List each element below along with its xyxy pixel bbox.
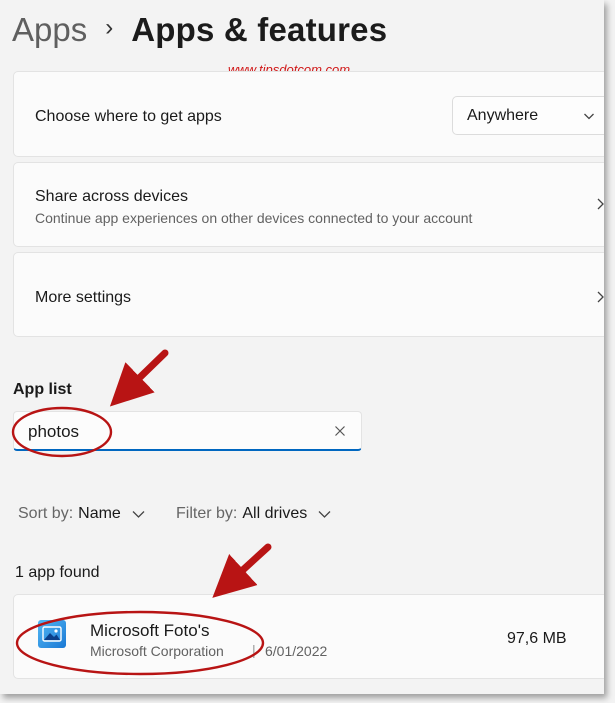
close-icon[interactable] <box>334 425 346 437</box>
app-search-input[interactable]: photos <box>13 411 362 451</box>
setting-label: Share across devices <box>35 188 188 205</box>
app-name: Microsoft Foto's <box>90 621 210 640</box>
settings-window: Apps › Apps & features www.tipsdotcom.co… <box>0 0 604 694</box>
breadcrumb: Apps › Apps & features <box>12 8 387 52</box>
setting-label: More settings <box>35 289 132 306</box>
app-install-date: 6/01/2022 <box>265 643 328 659</box>
sort-label: Sort by: <box>18 505 74 522</box>
setting-share-across-devices[interactable]: Share across devices Continue app experi… <box>13 162 604 247</box>
setting-label: Choose where to get apps <box>35 108 222 125</box>
setting-description: Continue app experiences on other device… <box>35 210 473 226</box>
chevron-right-icon <box>597 291 604 303</box>
filter-value: All drives <box>242 505 308 522</box>
app-publisher: Microsoft Corporation <box>90 643 224 659</box>
chevron-down-icon <box>318 510 331 518</box>
sort-dropdown[interactable]: Sort by: Name <box>18 505 145 523</box>
app-count: 1 app found <box>15 564 100 581</box>
get-apps-dropdown[interactable]: Anywhere <box>452 96 604 135</box>
breadcrumb-apps[interactable]: Apps <box>12 11 87 49</box>
chevron-down-icon <box>132 510 145 518</box>
breadcrumb-separator-icon: › <box>105 14 114 41</box>
photos-app-icon <box>38 620 66 648</box>
filter-dropdown[interactable]: Filter by: All drives <box>176 505 331 523</box>
search-value: photos <box>28 422 80 441</box>
chevron-down-icon <box>584 113 594 120</box>
app-list-heading: App list <box>13 381 72 398</box>
dropdown-selected-value: Anywhere <box>467 107 539 124</box>
filter-label: Filter by: <box>176 505 238 522</box>
app-list-item[interactable]: Microsoft Foto's Microsoft Corporation |… <box>13 594 604 679</box>
app-meta-separator: | <box>252 642 256 658</box>
setting-more-settings[interactable]: More settings <box>13 252 604 337</box>
sort-value: Name <box>78 505 121 522</box>
app-size: 97,6 MB <box>507 630 567 647</box>
page-title: Apps & features <box>131 11 388 48</box>
chevron-right-icon <box>597 198 604 210</box>
